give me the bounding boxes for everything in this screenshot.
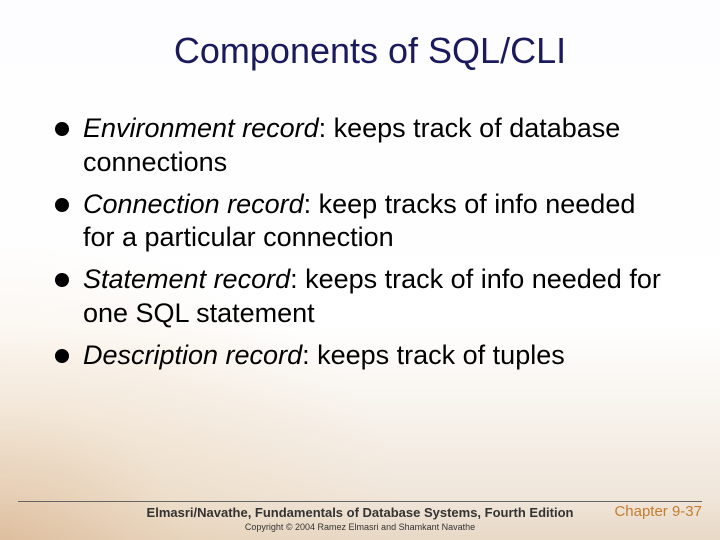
- bullet-item: Connection record: keep tracks of info n…: [55, 188, 665, 256]
- slide: Components of SQL/CLI Environment record…: [0, 0, 720, 540]
- bullet-list: Environment record: keeps track of datab…: [55, 112, 665, 372]
- footer-book: Elmasri/Navathe, Fundamentals of Databas…: [18, 505, 702, 520]
- slide-footer: Elmasri/Navathe, Fundamentals of Databas…: [0, 501, 720, 532]
- bullet-text: : keeps track of tuples: [302, 340, 565, 370]
- bullet-item: Statement record: keeps track of info ne…: [55, 263, 665, 331]
- bullet-item: Description record: keeps track of tuple…: [55, 339, 665, 373]
- bullet-term: Statement record: [83, 264, 290, 294]
- slide-body: Environment record: keeps track of datab…: [0, 112, 720, 540]
- bullet-term: Connection record: [83, 189, 304, 219]
- slide-title: Components of SQL/CLI: [0, 30, 720, 72]
- footer-copyright: Copyright © 2004 Ramez Elmasri and Shamk…: [0, 522, 720, 532]
- footer-rule: [18, 501, 702, 502]
- bullet-term: Description record: [83, 340, 302, 370]
- footer-chapter: Chapter 9-37: [614, 503, 702, 520]
- bullet-term: Environment record: [83, 113, 319, 143]
- footer-line1: Elmasri/Navathe, Fundamentals of Databas…: [0, 505, 720, 520]
- bullet-item: Environment record: keeps track of datab…: [55, 112, 665, 180]
